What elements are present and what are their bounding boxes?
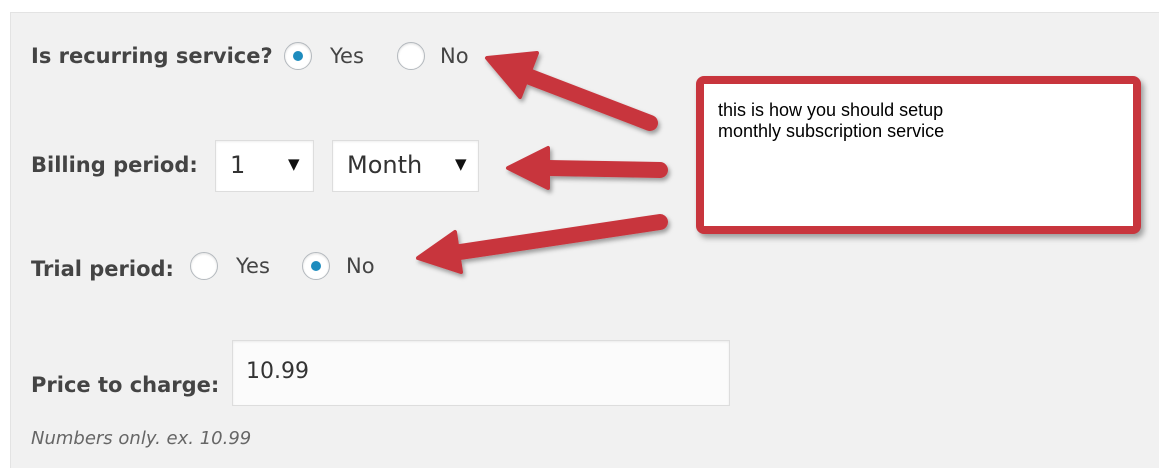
arrow-head-billing — [506, 146, 550, 190]
arrow-head-recurring — [485, 51, 539, 99]
arrow-head-trial — [416, 230, 463, 274]
callout-line-1: this is how you should setup — [718, 100, 944, 120]
arrow-shaft-billing — [540, 160, 668, 178]
arrow-shaft-recurring — [517, 67, 658, 131]
arrow-shaft-trial — [452, 214, 668, 260]
callout-line-2: monthly subscription service — [718, 121, 945, 141]
annotation-callout: this is how you should setup monthly sub… — [696, 76, 1141, 234]
